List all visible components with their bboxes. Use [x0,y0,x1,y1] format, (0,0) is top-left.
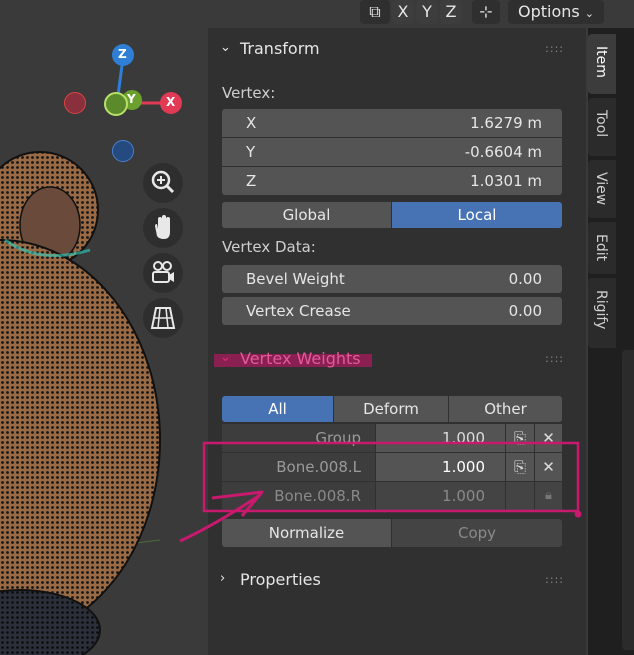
pan-hand-icon[interactable] [143,208,183,248]
lock-icon: 🔒︎ [535,482,562,510]
paste-weight-icon[interactable]: ⎘ [506,424,534,452]
chevron-down-icon: ⌄ [584,7,595,20]
gizmo-x-label: X [166,95,176,109]
tab-tool-label: Tool [593,110,609,138]
remove-weight-icon[interactable]: ✕ [535,424,562,452]
weight-row[interactable]: Group 1.000 ⎘ ✕ [222,424,562,452]
hand-icon [155,215,170,239]
vertex-crease-label: Vertex Crease [246,302,351,320]
vertex-crease-field[interactable]: Vertex Crease 0.00 [222,297,562,325]
vertex-weights-header[interactable]: ⌄ Vertex Weights :::: [208,344,586,374]
chevron-right-icon: › [220,571,226,586]
tab-other[interactable]: Other [449,396,562,422]
tab-item[interactable]: Item [588,34,616,94]
bevel-weight-field[interactable]: Bevel Weight 0.00 [222,265,562,293]
bevel-weight-label: Bevel Weight [246,270,345,288]
properties-header[interactable]: › Properties :::: [208,565,586,595]
properties-title: Properties [240,570,321,589]
options-dropdown[interactable]: Options ⌄ [508,0,604,24]
paste-weight-icon[interactable]: ⎘ [506,453,534,481]
tab-item-label: Item [593,46,609,78]
right-edge-strip [622,350,634,650]
vertex-z-label: Z [246,172,257,190]
group-name: Bone.008.L [222,453,375,481]
chevron-down-icon: ⌄ [220,350,231,365]
vertex-z-value: 1.0301 m [470,172,542,190]
zoom-icon[interactable] [143,163,183,203]
tab-tool[interactable]: Tool [588,98,616,156]
tab-rigify[interactable]: Rigify [588,278,616,348]
tab-view[interactable]: View [588,160,616,218]
weight-row[interactable]: Bone.008.R 1.000 🔒︎ [222,482,562,510]
vertex-x-field[interactable]: X 1.6279 m [222,109,562,137]
group-name: Group [222,424,375,452]
vertex-z-field[interactable]: Z 1.0301 m [222,167,562,195]
transform-title: Transform [240,39,320,58]
options-label: Options [517,2,580,21]
axis-z-toggle[interactable]: Z [440,0,462,24]
gizmo-neg-z-axis[interactable] [112,140,134,162]
drag-handle-icon[interactable]: :::: [545,352,564,365]
mirror-icon[interactable]: ⧉ [360,0,390,24]
axis-x-toggle[interactable]: X [392,0,414,24]
tab-deform[interactable]: Deform [334,396,448,422]
tab-rigify-label: Rigify [593,290,609,330]
gizmo-neg-x-axis[interactable] [64,92,86,114]
bevel-weight-value: 0.00 [508,270,542,288]
sidebar-tabs: Item Tool View Edit Rigify [588,28,634,655]
gizmo-y-label: Y [127,92,136,106]
empty-cell [506,482,534,510]
tab-edit-label: Edit [593,234,609,262]
group-weight: 1.000 [376,482,505,510]
copy-button: Copy [392,519,562,547]
group-weight[interactable]: 1.000 [376,453,505,481]
movie-camera-icon [152,261,174,283]
magnifier-plus-icon [151,170,175,194]
chevron-down-icon: ⌄ [220,40,231,55]
group-name: Bone.008.R [222,482,375,510]
vertex-y-field[interactable]: Y -0.6604 m [222,138,562,166]
vertex-y-value: -0.6604 m [464,143,542,161]
gizmo-z-label: Z [118,47,127,61]
grid-icon [150,307,176,329]
drag-handle-icon[interactable]: :::: [545,42,564,55]
normalize-button[interactable]: Normalize [222,519,391,547]
global-toggle[interactable]: Global [222,202,391,228]
group-weight[interactable]: 1.000 [376,424,505,452]
vertex-crease-value: 0.00 [508,302,542,320]
viewport-header: ⧉ X Y Z ⊹ Options ⌄ [350,0,634,28]
vertex-y-label: Y [246,143,256,161]
perspective-grid-icon[interactable] [143,298,183,338]
transform-header[interactable]: ⌄ Transform :::: [208,34,586,64]
weight-row[interactable]: Bone.008.L 1.000 ⎘ ✕ [222,453,562,481]
local-toggle[interactable]: Local [392,202,562,228]
remove-weight-icon[interactable]: ✕ [535,453,562,481]
gizmo-neg-y-axis[interactable] [104,92,128,116]
vertex-label: Vertex: [222,84,276,102]
vertex-x-label: X [246,114,257,132]
vertex-data-label: Vertex Data: [222,238,316,256]
drag-handle-icon[interactable]: :::: [545,573,564,586]
tab-view-label: View [593,172,609,206]
navigation-gizmo[interactable]: Z X Y [60,40,190,170]
axis-y-toggle[interactable]: Y [416,0,438,24]
vertex-weights-title: Vertex Weights [240,349,361,368]
tab-all[interactable]: All [222,396,333,422]
snap-icon[interactable]: ⊹ [472,0,500,24]
camera-icon[interactable] [143,253,183,293]
tab-edit[interactable]: Edit [588,222,616,274]
vertex-x-value: 1.6279 m [470,114,542,132]
sidebar-panel: ⌄ Transform :::: Vertex: X 1.6279 m Y -0… [208,28,586,655]
